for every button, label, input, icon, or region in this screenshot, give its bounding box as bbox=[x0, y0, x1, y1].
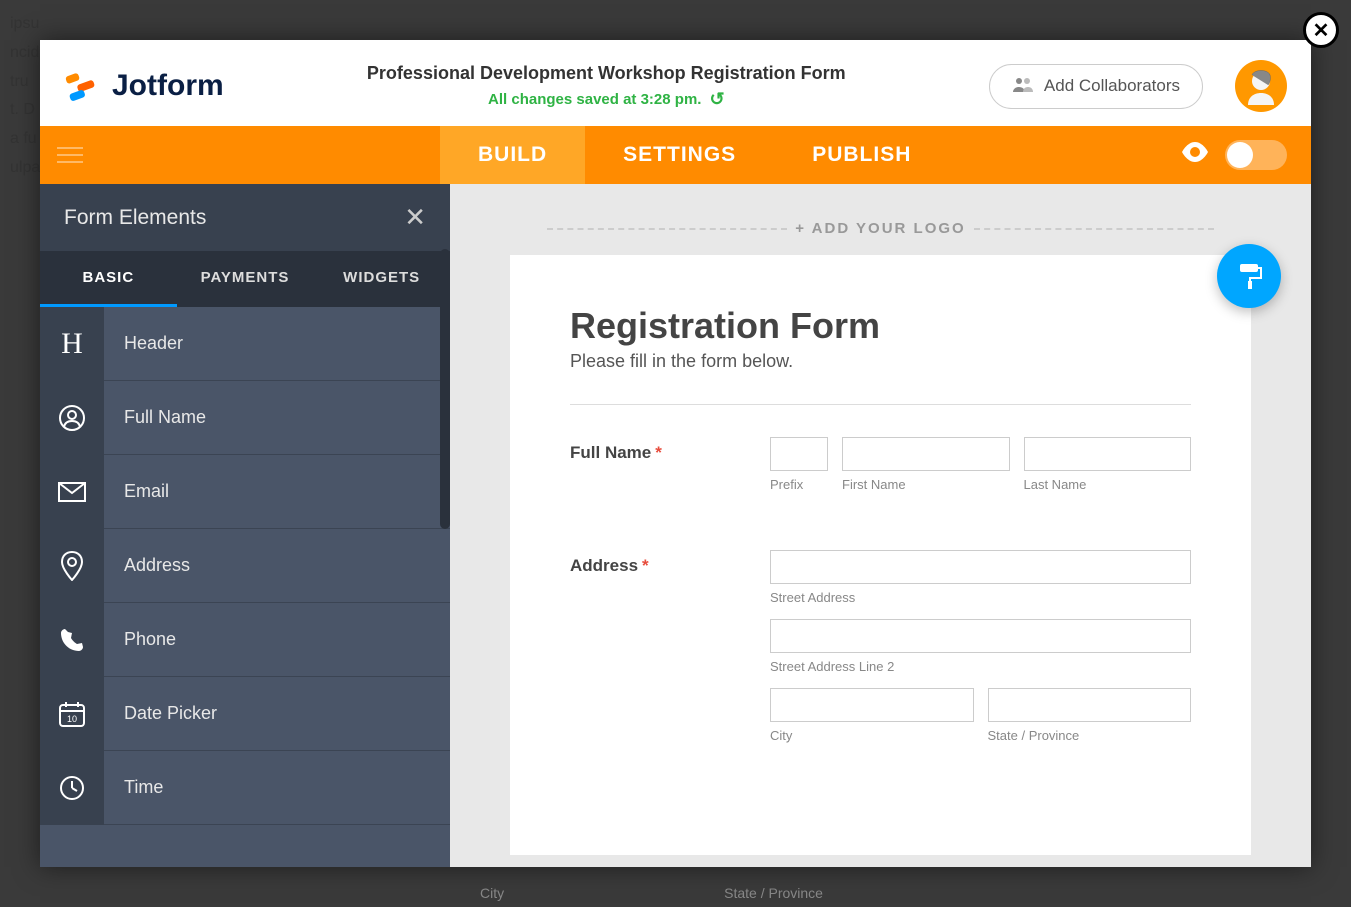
form-heading[interactable]: Registration Form bbox=[570, 305, 1191, 347]
element-header[interactable]: H Header bbox=[40, 307, 450, 381]
element-label: Date Picker bbox=[104, 703, 450, 724]
element-email[interactable]: Email bbox=[40, 455, 450, 529]
element-label: Full Name bbox=[104, 407, 450, 428]
form-title[interactable]: Professional Development Workshop Regist… bbox=[244, 62, 969, 85]
brand-name: Jotform bbox=[112, 69, 224, 103]
prefix-input[interactable] bbox=[770, 437, 828, 471]
mail-icon bbox=[40, 455, 104, 529]
header-icon: H bbox=[40, 307, 104, 381]
jotform-logo-icon bbox=[64, 67, 102, 105]
tab-build[interactable]: BUILD bbox=[440, 126, 585, 184]
required-mark: * bbox=[655, 443, 662, 462]
main-area: Form Elements ✕ BASIC PAYMENTS WIDGETS H… bbox=[40, 184, 1311, 867]
topbar: Jotform Professional Development Worksho… bbox=[40, 40, 1311, 126]
lastname-input[interactable] bbox=[1024, 437, 1192, 471]
divider bbox=[570, 404, 1191, 405]
brand-logo[interactable]: Jotform bbox=[64, 67, 224, 105]
sidebar-tab-basic[interactable]: BASIC bbox=[40, 251, 177, 307]
user-icon bbox=[40, 381, 104, 455]
bg-city: City bbox=[480, 885, 504, 901]
address-inputs: Street Address Street Address Line 2 Cit… bbox=[770, 550, 1191, 757]
street-input[interactable] bbox=[770, 550, 1191, 584]
paint-roller-icon bbox=[1234, 261, 1264, 291]
close-icon: ✕ bbox=[1313, 18, 1330, 43]
state-input[interactable] bbox=[988, 688, 1192, 722]
element-label: Email bbox=[104, 481, 450, 502]
sidebar-close-icon[interactable]: ✕ bbox=[404, 202, 426, 233]
collab-label: Add Collaborators bbox=[1044, 76, 1180, 96]
undo-icon[interactable]: ↺ bbox=[709, 89, 724, 110]
form-subheading[interactable]: Please fill in the form below. bbox=[570, 351, 1191, 372]
field-fullname[interactable]: Full Name* Prefix First Name bbox=[570, 437, 1191, 506]
street-sublabel: Street Address bbox=[770, 590, 1191, 605]
sidebar-tabs: BASIC PAYMENTS WIDGETS bbox=[40, 251, 450, 307]
element-fullname[interactable]: Full Name bbox=[40, 381, 450, 455]
required-mark: * bbox=[642, 556, 649, 575]
tab-settings[interactable]: SETTINGS bbox=[585, 126, 774, 184]
modal-close-button[interactable]: ✕ bbox=[1303, 12, 1339, 48]
street2-sublabel: Street Address Line 2 bbox=[770, 659, 1191, 674]
modal-window: Jotform Professional Development Worksho… bbox=[40, 40, 1311, 867]
preview-toggle[interactable] bbox=[1225, 140, 1287, 170]
collaborators-icon bbox=[1012, 75, 1034, 98]
element-datepicker[interactable]: 10 Date Picker bbox=[40, 677, 450, 751]
user-avatar[interactable] bbox=[1235, 60, 1287, 112]
theme-paint-button[interactable] bbox=[1217, 244, 1281, 308]
fullname-inputs: Prefix First Name Last Name bbox=[770, 437, 1191, 506]
form-card: Registration Form Please fill in the for… bbox=[510, 255, 1251, 855]
sidebar-header: Form Elements ✕ bbox=[40, 184, 450, 251]
state-sublabel: State / Province bbox=[988, 728, 1192, 743]
pin-icon bbox=[40, 529, 104, 603]
add-collaborators-button[interactable]: Add Collaborators bbox=[989, 64, 1203, 109]
sidebar-title: Form Elements bbox=[64, 206, 206, 230]
preview-icon[interactable] bbox=[1181, 141, 1209, 169]
calendar-icon: 10 bbox=[40, 677, 104, 751]
tab-publish[interactable]: PUBLISH bbox=[774, 126, 949, 184]
element-label: Address bbox=[104, 555, 450, 576]
city-input[interactable] bbox=[770, 688, 974, 722]
hamburger-menu[interactable] bbox=[40, 126, 100, 184]
form-canvas: + ADD YOUR LOGO Registration Form Please… bbox=[450, 184, 1311, 867]
prefix-sublabel: Prefix bbox=[770, 477, 828, 492]
element-address[interactable]: Address bbox=[40, 529, 450, 603]
clock-icon bbox=[40, 751, 104, 825]
add-logo-dropzone[interactable]: + ADD YOUR LOGO bbox=[450, 214, 1311, 255]
background-footer-row: City State / Province bbox=[0, 875, 823, 901]
nav-tabs: BUILD SETTINGS PUBLISH bbox=[440, 126, 949, 184]
element-phone[interactable]: Phone bbox=[40, 603, 450, 677]
sidebar-scrollbar[interactable] bbox=[440, 249, 450, 529]
nav-right bbox=[1181, 126, 1311, 184]
svg-text:10: 10 bbox=[67, 714, 77, 724]
lastname-sublabel: Last Name bbox=[1024, 477, 1192, 492]
elements-list: H Header Full Name Email bbox=[40, 307, 450, 867]
firstname-input[interactable] bbox=[842, 437, 1010, 471]
sidebar-tab-widgets[interactable]: WIDGETS bbox=[313, 251, 450, 307]
element-label: Phone bbox=[104, 629, 450, 650]
label-text: Address bbox=[570, 556, 638, 575]
label-text: Full Name bbox=[570, 443, 651, 462]
city-sublabel: City bbox=[770, 728, 974, 743]
title-area: Professional Development Workshop Regist… bbox=[244, 62, 969, 110]
save-status-text: All changes saved at 3:28 pm. bbox=[488, 91, 701, 108]
bg-state: State / Province bbox=[724, 885, 823, 901]
element-label: Header bbox=[104, 333, 450, 354]
address-label: Address* bbox=[570, 550, 750, 757]
firstname-sublabel: First Name bbox=[842, 477, 1010, 492]
element-time[interactable]: Time bbox=[40, 751, 450, 825]
element-label: Time bbox=[104, 777, 450, 798]
main-navbar: BUILD SETTINGS PUBLISH bbox=[40, 126, 1311, 184]
fullname-label: Full Name* bbox=[570, 437, 750, 506]
add-logo-label: + ADD YOUR LOGO bbox=[795, 220, 965, 237]
phone-icon bbox=[40, 603, 104, 677]
form-elements-sidebar: Form Elements ✕ BASIC PAYMENTS WIDGETS H… bbox=[40, 184, 450, 867]
sidebar-tab-payments[interactable]: PAYMENTS bbox=[177, 251, 314, 307]
field-address[interactable]: Address* Street Address Street Address L… bbox=[570, 550, 1191, 757]
save-status: All changes saved at 3:28 pm. ↺ bbox=[488, 89, 725, 110]
street2-input[interactable] bbox=[770, 619, 1191, 653]
